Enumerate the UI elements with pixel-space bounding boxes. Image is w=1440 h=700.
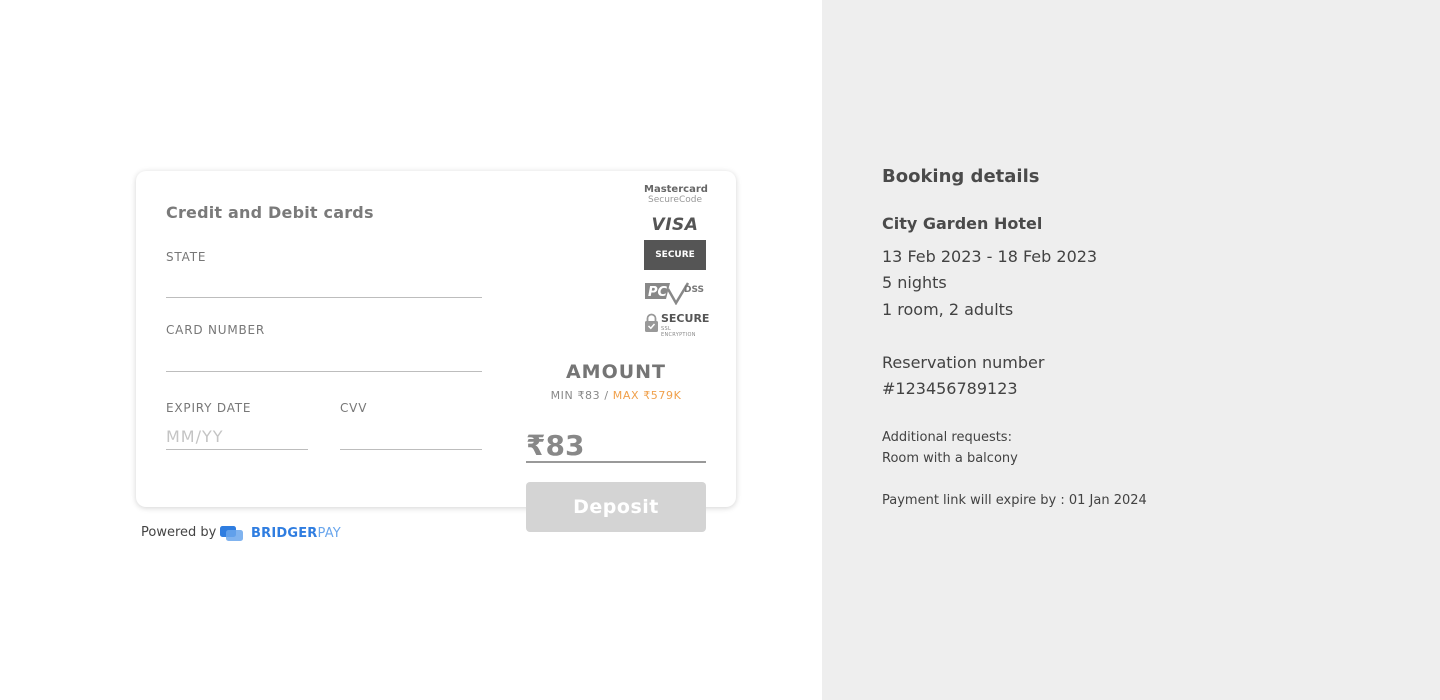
expiry-input[interactable] (166, 425, 308, 447)
ssl-secure-badge: SECURE SSL ENCRYPTION (644, 311, 710, 338)
expiry-underline (166, 449, 308, 450)
mastercard-securecode-icon: Mastercard SecureCode (644, 184, 708, 206)
card-number-label: CARD NUMBER (166, 323, 266, 337)
mastercard-text: Mastercard (644, 184, 708, 195)
reservation-number: #123456789123 (882, 379, 1018, 398)
amount-limits: MIN ₹83 / MAX ₹579K (526, 389, 706, 402)
brand-light: PAY (317, 526, 341, 541)
booking-details-pane: Booking details City Garden Hotel 13 Feb… (822, 0, 1440, 700)
reservation-label: Reservation number (882, 353, 1045, 372)
payment-card: Credit and Debit cards STATE CARD NUMBER… (136, 171, 736, 507)
ssl-title: SECURE (661, 312, 710, 325)
card-title: Credit and Debit cards (166, 203, 374, 222)
amount-underline (526, 461, 706, 463)
stay-nights: 5 nights (882, 273, 947, 292)
bridgerpay-logo-icon (220, 526, 243, 541)
amount-min: MIN ₹83 / (550, 389, 609, 402)
ssl-lock-icon (645, 313, 658, 332)
deposit-button[interactable]: Deposit (526, 482, 706, 532)
card-number-underline (166, 371, 482, 372)
amount-max: MAX ₹579K (612, 389, 682, 402)
expiry-label: EXPIRY DATE (166, 401, 252, 415)
state-label: STATE (166, 250, 207, 264)
pci-text: PCI (648, 285, 672, 300)
powered-by-text: Powered by (141, 525, 217, 540)
bridgerpay-brand[interactable]: BRIDGERPAY (251, 526, 341, 541)
rooms-guests: 1 room, 2 adults (882, 300, 1014, 319)
payment-link-expiry: Payment link will expire by : 01 Jan 202… (882, 493, 1147, 508)
securecode-text: SecureCode (648, 195, 702, 205)
state-input[interactable] (166, 271, 482, 295)
state-underline (166, 297, 482, 298)
cvv-label: CVV (340, 401, 368, 415)
visa-secure-text: SECURE (655, 250, 695, 260)
visa-secure-icon: SECURE (644, 240, 706, 270)
additional-requests-value: Room with a balcony (882, 451, 1018, 466)
dss-text: DSS (684, 285, 704, 295)
stay-dates: 13 Feb 2023 - 18 Feb 2023 (882, 247, 1098, 266)
cvv-underline (340, 449, 482, 450)
card-number-input[interactable] (166, 345, 482, 369)
additional-requests-label: Additional requests: (882, 430, 1012, 445)
brand-bold: BRIDGER (251, 526, 318, 541)
booking-heading: Booking details (882, 166, 1040, 187)
payment-pane: Credit and Debit cards STATE CARD NUMBER… (0, 0, 822, 700)
cvv-input[interactable] (340, 425, 482, 447)
amount-title: AMOUNT (565, 361, 667, 383)
amount-input[interactable]: ₹83 (526, 429, 584, 462)
hotel-name: City Garden Hotel (882, 214, 1043, 233)
pci-dss-icon: PCI DSS (644, 279, 706, 306)
visa-logo: VISA (651, 215, 699, 235)
ssl-subtitle: SSL ENCRYPTION (661, 326, 696, 338)
